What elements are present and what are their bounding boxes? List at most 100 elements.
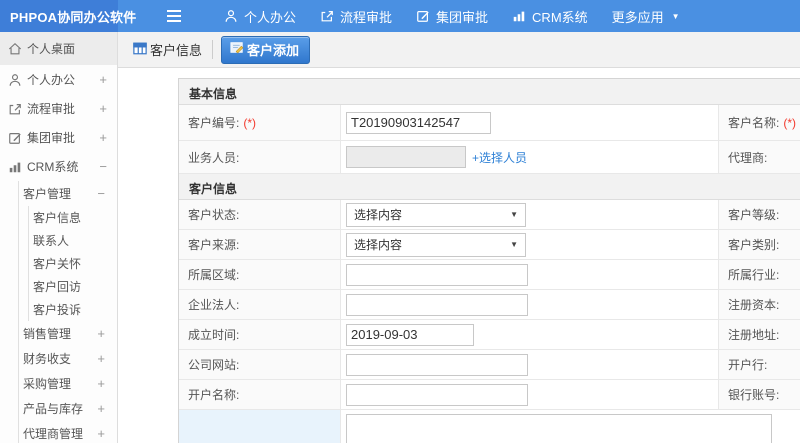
collapse-icon[interactable]: − <box>97 186 107 201</box>
founded-date-label: 成立时间: <box>179 320 341 349</box>
legal-person-label: 企业法人: <box>179 290 341 319</box>
flow-approve-icon <box>320 9 334 23</box>
form-row-status: 客户状态: 选择内容 ▼ 客户等级: <box>179 200 800 230</box>
form-row-website: 公司网站: 开户行: <box>179 350 800 380</box>
sidebar-item-personal-office[interactable]: 个人办公 + <box>0 65 117 94</box>
chart-icon <box>512 9 526 23</box>
customer-level-label: 客户等级: <box>719 200 800 229</box>
expand-icon[interactable]: + <box>99 130 109 145</box>
expand-icon[interactable]: + <box>97 326 107 341</box>
salesperson-label: 业务人员: <box>179 141 341 173</box>
registered-capital-label: 注册资本: <box>719 290 800 319</box>
app-logo: PHPOA协同办公软件 <box>0 0 136 32</box>
user-icon <box>8 72 23 87</box>
crm-submenu: 客户管理 − 客户信息 联系人 客户关怀 客户回访 客户投诉 销售管理 + 财务… <box>18 181 117 443</box>
expand-icon[interactable]: + <box>99 101 109 116</box>
note-textarea[interactable] <box>346 414 772 443</box>
home-icon <box>8 41 23 56</box>
required-marker: (*) <box>783 115 797 130</box>
region-input[interactable] <box>346 263 528 286</box>
sidebar-item-crm-system[interactable]: CRM系统 − <box>0 152 117 181</box>
sidebar-item-agent-management[interactable]: 代理商管理 + <box>19 421 117 443</box>
sidebar-item-flow-approval[interactable]: 流程审批 + <box>0 94 117 123</box>
expand-icon[interactable]: + <box>97 401 107 416</box>
customer-management-submenu: 客户信息 联系人 客户关怀 客户回访 客户投诉 <box>28 206 117 321</box>
customer-category-label: 客户类别: <box>719 230 800 259</box>
bank-label: 开户行: <box>719 350 800 379</box>
sidebar-item-customer-followup[interactable]: 客户回访 <box>29 275 117 298</box>
collapse-icon[interactable]: − <box>99 159 109 174</box>
section-header-basic-info: 基本信息 <box>179 79 800 105</box>
sidebar-item-products-inventory[interactable]: 产品与库存 + <box>19 396 117 421</box>
table-icon <box>133 42 147 58</box>
tab-customer-add[interactable]: 客户添加 <box>221 35 311 64</box>
main-content: 客户信息 客户添加 基本信息 客户编号: (*) T20190903142547… <box>118 32 800 443</box>
edit-icon <box>416 9 430 23</box>
top-nav: 个人办公 流程审批 集团审批 CRM系统 更多应用 ▼ <box>212 0 692 32</box>
nav-group-approval[interactable]: 集团审批 <box>404 0 500 32</box>
section-header-customer-info: 客户信息 <box>179 174 800 200</box>
form-row-region: 所属区域: 所属行业: <box>179 260 800 290</box>
customer-name-label: 客户名称: (*) <box>719 105 800 140</box>
agent-label: 代理商: <box>719 141 800 173</box>
form-row-founded-date: 成立时间: 注册地址: <box>179 320 800 350</box>
sidebar-item-sales-management[interactable]: 销售管理 + <box>19 321 117 346</box>
sidebar-item-customer-info[interactable]: 客户信息 <box>29 206 117 229</box>
required-marker: (*) <box>243 115 257 130</box>
legal-person-input[interactable] <box>346 293 528 316</box>
sidebar-item-finance[interactable]: 财务收支 + <box>19 346 117 371</box>
founded-date-input[interactable] <box>346 323 474 346</box>
tab-customer-info[interactable]: 客户信息 <box>133 40 214 59</box>
flow-approve-icon <box>8 101 23 116</box>
salesperson-input <box>346 146 466 168</box>
form-row-customer-no: 客户编号: (*) 客户名称: (*) <box>179 105 800 141</box>
top-header: PHPOA协同办公软件 个人办公 流程审批 集团审批 CRM系统 更多应用 ▼ <box>0 0 800 32</box>
account-name-input[interactable] <box>346 383 528 406</box>
industry-label: 所属行业: <box>719 260 800 289</box>
form-row-account-name: 开户名称: 银行账号: <box>179 380 800 410</box>
sidebar-item-customer-care[interactable]: 客户关怀 <box>29 252 117 275</box>
form-row-salesperson: 业务人员: +选择人员 代理商: <box>179 141 800 174</box>
caret-down-icon: ▼ <box>671 11 680 21</box>
website-label: 公司网站: <box>179 350 341 379</box>
choose-person-link[interactable]: +选择人员 <box>472 149 527 166</box>
expand-icon[interactable]: + <box>99 72 109 87</box>
hamburger-menu-icon[interactable] <box>166 0 186 32</box>
user-icon <box>224 9 238 23</box>
customer-source-label: 客户来源: <box>179 230 341 259</box>
nav-crm-system[interactable]: CRM系统 <box>500 0 600 32</box>
form-add-icon <box>230 41 244 57</box>
registered-address-label: 注册地址: <box>719 320 800 349</box>
nav-personal-office[interactable]: 个人办公 <box>212 0 308 32</box>
sidebar-item-group-approval[interactable]: 集团审批 + <box>0 123 117 152</box>
tab-bar: 客户信息 客户添加 <box>118 32 800 68</box>
customer-add-form: 基本信息 客户编号: (*) 客户名称: (*) <box>118 68 800 443</box>
website-input[interactable] <box>346 353 528 376</box>
customer-status-label: 客户状态: <box>179 200 341 229</box>
expand-icon[interactable]: + <box>97 426 107 441</box>
form-row-legal-person: 企业法人: 注册资本: <box>179 290 800 320</box>
form-row-note <box>179 410 800 443</box>
chart-icon <box>8 159 23 174</box>
customer-no-input[interactable] <box>346 111 491 134</box>
sidebar-item-purchasing[interactable]: 采购管理 + <box>19 371 117 396</box>
edit-icon <box>8 130 23 145</box>
nav-more-apps[interactable]: 更多应用 ▼ <box>600 0 692 32</box>
sidebar: 个人桌面 个人办公 + 流程审批 + 集团审批 + CRM系统 − 客户管理 − <box>0 32 118 443</box>
expand-icon[interactable]: + <box>97 376 107 391</box>
sidebar-item-contacts[interactable]: 联系人 <box>29 229 117 252</box>
nav-flow-approval[interactable]: 流程审批 <box>308 0 404 32</box>
sidebar-item-personal-desktop[interactable]: 个人桌面 <box>0 32 117 65</box>
account-name-label: 开户名称: <box>179 380 341 409</box>
customer-status-select[interactable]: 选择内容 ▼ <box>346 202 526 227</box>
region-label: 所属区域: <box>179 260 341 289</box>
dropdown-arrow-icon: ▼ <box>510 240 518 249</box>
expand-icon[interactable]: + <box>97 351 107 366</box>
form-row-source: 客户来源: 选择内容 ▼ 客户类别: <box>179 230 800 260</box>
customer-source-select[interactable]: 选择内容 ▼ <box>346 232 526 257</box>
customer-no-label: 客户编号: (*) <box>179 105 341 140</box>
sidebar-item-customer-management[interactable]: 客户管理 − <box>19 181 117 206</box>
bank-account-label: 银行账号: <box>719 380 800 409</box>
sidebar-item-customer-complaint[interactable]: 客户投诉 <box>29 298 117 321</box>
note-label-cell <box>179 410 341 443</box>
